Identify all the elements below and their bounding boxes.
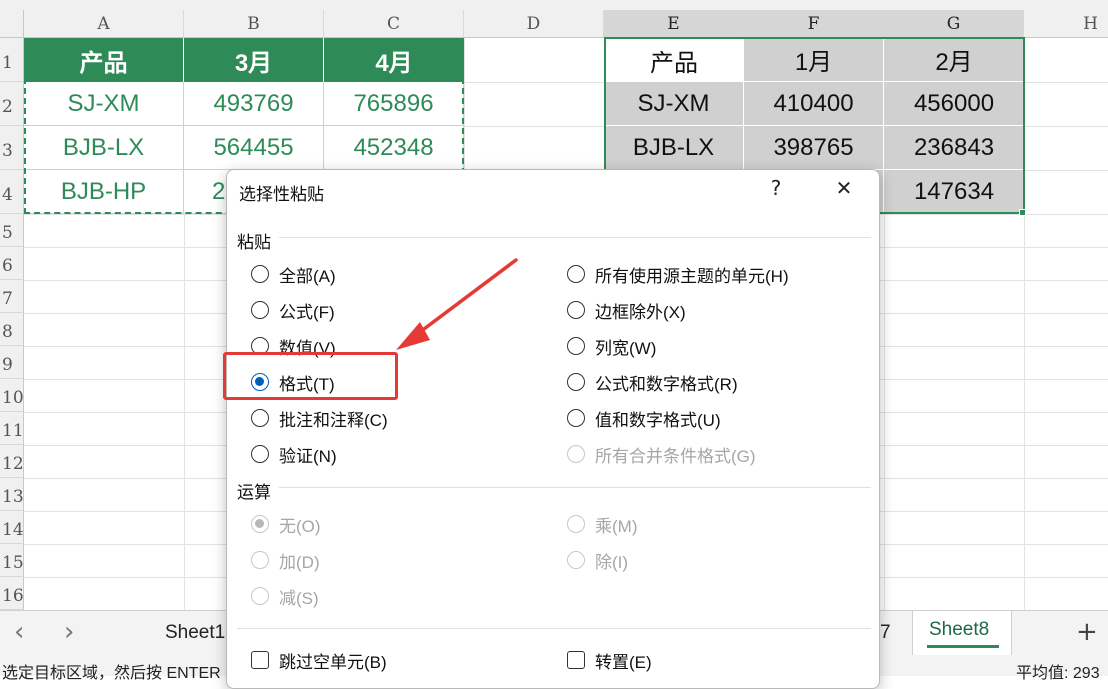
row-header-8[interactable]: 8 — [0, 313, 24, 346]
paste-special-dialog: 选择性粘贴 ? ✕ 粘贴 全部(A) 公式(F) 数值(V) 格式(T) 批注和注释(C… — [226, 169, 880, 689]
sheet-tab-sheet1[interactable]: Sheet1 — [165, 622, 225, 644]
radio-option[interactable]: 全部(A) — [251, 261, 336, 287]
row-header-10[interactable]: 10 — [0, 379, 24, 412]
row-header-5[interactable]: 5 — [0, 214, 24, 247]
column-header-e[interactable]: E — [604, 10, 744, 38]
radio-option: 乘(M) — [567, 511, 637, 537]
next-sheet-icon[interactable]: › — [64, 617, 74, 647]
radio-button — [251, 587, 269, 605]
radio-button[interactable] — [251, 409, 269, 427]
column-header-f[interactable]: F — [744, 10, 884, 38]
option-label: 跳过空单元(B) — [279, 652, 387, 672]
dialog-title: 选择性粘贴 — [239, 185, 324, 204]
option-label: 加(D) — [279, 552, 320, 572]
column-header-h[interactable]: H — [1024, 10, 1108, 38]
row-header-14[interactable]: 14 — [0, 511, 24, 544]
radio-button — [567, 445, 585, 463]
active-tab-underline — [927, 645, 999, 648]
prev-sheet-icon[interactable]: ‹ — [14, 617, 24, 647]
column-header-d[interactable]: D — [464, 10, 604, 38]
radio-button[interactable] — [251, 265, 269, 283]
radio-option[interactable]: 批注和注释(C) — [251, 405, 388, 431]
column-header-c[interactable]: C — [324, 10, 464, 38]
header-strip — [0, 0, 1108, 10]
option-label: 批注和注释(C) — [279, 410, 388, 430]
fill-handle[interactable] — [1019, 209, 1026, 216]
radio-option[interactable]: 公式(F) — [251, 297, 335, 323]
select-all-corner[interactable] — [0, 10, 24, 38]
radio-option[interactable]: 边框除外(X) — [567, 297, 686, 323]
transpose-checkbox[interactable]: 转置(E) — [567, 647, 652, 673]
status-message: 选定目标区域，然后按 ENTER — [2, 665, 221, 682]
option-label: 边框除外(X) — [595, 302, 686, 322]
sheet-tab-sheet7[interactable]: 7 — [880, 622, 891, 644]
column-header-g[interactable]: G — [884, 10, 1024, 38]
row-header-13[interactable]: 13 — [0, 478, 24, 511]
option-label: 列宽(W) — [595, 338, 657, 358]
row-header-12[interactable]: 12 — [0, 445, 24, 478]
radio-option: 所有合并条件格式(G) — [567, 441, 756, 467]
option-label: 乘(M) — [595, 516, 638, 536]
row-header-15[interactable]: 15 — [0, 544, 24, 577]
paste-section-label: 粘贴 — [237, 233, 271, 252]
radio-button[interactable] — [251, 445, 269, 463]
radio-option[interactable]: 公式和数字格式(R) — [567, 369, 738, 395]
row-header-11[interactable]: 11 — [0, 412, 24, 445]
help-button[interactable]: ? — [761, 176, 791, 200]
row-header-1[interactable]: 1 — [0, 38, 24, 82]
sheet-tab-sheet8[interactable]: Sheet8 — [912, 611, 1012, 655]
row-header-7[interactable]: 7 — [0, 280, 24, 313]
section-divider — [237, 628, 871, 629]
row-header-16[interactable]: 16 — [0, 577, 24, 610]
checkbox-box[interactable] — [251, 651, 269, 669]
radio-button — [251, 551, 269, 569]
row-header-4[interactable]: 4 — [0, 170, 24, 214]
radio-option[interactable]: 值和数字格式(U) — [567, 405, 721, 431]
section-divider — [279, 237, 871, 238]
radio-button — [251, 515, 269, 533]
radio-button — [567, 515, 585, 533]
option-label: 验证(N) — [279, 446, 337, 466]
skip-blanks-checkbox[interactable]: 跳过空单元(B) — [251, 647, 387, 673]
option-label: 除(I) — [595, 552, 629, 572]
sheet-tab-label: Sheet8 — [929, 619, 990, 640]
operation-section-label: 运算 — [237, 483, 271, 502]
add-sheet-button[interactable]: + — [1076, 617, 1098, 647]
radio-button[interactable] — [567, 337, 585, 355]
column-header-b[interactable]: B — [184, 10, 324, 38]
radio-button[interactable] — [251, 301, 269, 319]
radio-option[interactable]: 验证(N) — [251, 441, 337, 467]
option-label: 公式(F) — [279, 302, 335, 322]
radio-button[interactable] — [567, 265, 585, 283]
radio-button — [567, 551, 585, 569]
radio-button[interactable] — [567, 409, 585, 427]
row-header-2[interactable]: 2 — [0, 82, 24, 126]
column-header-a[interactable]: A — [24, 10, 184, 38]
close-button[interactable]: ✕ — [829, 176, 859, 200]
option-label: 值和数字格式(U) — [595, 410, 721, 430]
radio-option: 除(I) — [567, 547, 628, 573]
section-divider — [279, 487, 871, 488]
highlight-box — [223, 352, 398, 400]
option-label: 公式和数字格式(R) — [595, 374, 738, 394]
radio-option[interactable]: 列宽(W) — [567, 333, 656, 359]
option-label: 所有合并条件格式(G) — [595, 446, 756, 466]
radio-button[interactable] — [567, 301, 585, 319]
option-label: 全部(A) — [279, 266, 336, 286]
radio-button[interactable] — [567, 373, 585, 391]
row-header-9[interactable]: 9 — [0, 346, 24, 379]
option-label: 转置(E) — [595, 652, 652, 672]
option-label: 减(S) — [279, 588, 319, 608]
option-label: 所有使用源主题的单元(H) — [595, 266, 789, 286]
checkbox-box[interactable] — [567, 651, 585, 669]
option-label: 无(O) — [279, 516, 321, 536]
radio-option: 加(D) — [251, 547, 320, 573]
radio-option: 减(S) — [251, 583, 319, 609]
radio-option: 无(O) — [251, 511, 321, 537]
row-header-3[interactable]: 3 — [0, 126, 24, 170]
row-header-6[interactable]: 6 — [0, 247, 24, 280]
radio-option[interactable]: 所有使用源主题的单元(H) — [567, 261, 789, 287]
status-average: 平均值: 293 — [1016, 665, 1100, 682]
annotation-arrow-icon — [396, 258, 518, 350]
